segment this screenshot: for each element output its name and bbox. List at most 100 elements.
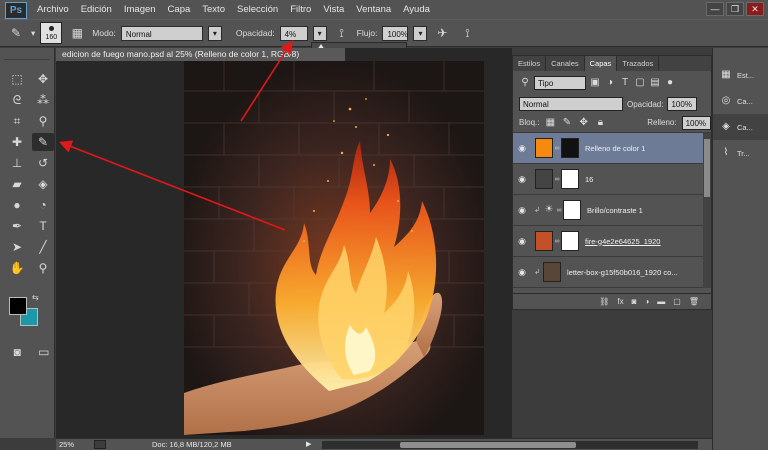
blend-mode-select[interactable]: Normal: [519, 97, 623, 111]
type-tool-icon[interactable]: T: [32, 217, 54, 235]
blur-tool-icon[interactable]: ●: [6, 196, 28, 214]
mask-link-icon[interactable]: ∞: [553, 176, 561, 183]
new-layer-icon[interactable]: ▢: [673, 297, 681, 306]
layer-mask-thumbnail[interactable]: [561, 169, 579, 189]
history-brush-tool-icon[interactable]: ↺: [32, 154, 54, 172]
dodge-tool-icon[interactable]: ◔: [32, 196, 54, 214]
marquee-tool-icon[interactable]: ⬚: [6, 70, 28, 88]
document-tab[interactable]: edicion de fuego mano.psd al 25% (Rellen…: [56, 48, 346, 61]
dock-layers[interactable]: ◈ Ca...: [713, 114, 768, 140]
preset-dropdown-arrow[interactable]: ▾: [31, 28, 35, 39]
brush-panel-toggle-icon[interactable]: ▦: [67, 24, 87, 42]
layer-name[interactable]: letter-box-g15f50b016_1920 co...: [567, 268, 678, 277]
layer-opacity-input[interactable]: 100%: [667, 97, 698, 111]
layer-mask-thumbnail[interactable]: [561, 231, 579, 251]
layer-row[interactable]: ◉ ↲ letter-box-g15f50b016_1920 co...: [513, 257, 711, 288]
zoom-tool-icon[interactable]: ⚲: [32, 259, 54, 277]
menu-ayuda[interactable]: Ayuda: [397, 0, 436, 19]
tab-estilos[interactable]: Estilos: [513, 56, 547, 71]
path-selection-tool-icon[interactable]: ➤: [6, 238, 28, 256]
opacity-input[interactable]: 4%: [279, 25, 308, 41]
menu-imagen[interactable]: Imagen: [118, 0, 162, 19]
lock-pixels-icon[interactable]: ✎: [561, 117, 573, 129]
swap-colors-icon[interactable]: ⇆: [32, 293, 39, 302]
dock-channels[interactable]: ◎ Ca...: [713, 88, 768, 114]
visibility-eye-icon[interactable]: ◉: [513, 174, 531, 185]
dock-styles[interactable]: ▦ Est...: [713, 62, 768, 88]
close-button[interactable]: ✕: [746, 2, 764, 16]
quick-selection-tool-icon[interactable]: ⁂: [32, 91, 54, 109]
layer-name[interactable]: 16: [585, 175, 593, 184]
mode-dropdown-arrow[interactable]: ▾: [207, 25, 222, 41]
mask-link-icon[interactable]: ∞: [553, 145, 561, 152]
tab-capas[interactable]: Capas: [584, 56, 618, 71]
menu-ventana[interactable]: Ventana: [350, 0, 397, 19]
layer-name[interactable]: fire-g4e2e64625_1920: [585, 237, 660, 246]
folder-icon[interactable]: ▬: [657, 297, 665, 306]
screen-mode-icon[interactable]: ▭: [34, 343, 55, 361]
status-menu-arrow-icon[interactable]: ▶: [306, 440, 311, 448]
canvas-image[interactable]: [184, 61, 484, 435]
pen-tool-icon[interactable]: ✒: [6, 217, 28, 235]
layer-name[interactable]: Brillo/contraste 1: [587, 206, 643, 215]
status-options-icon[interactable]: [94, 440, 106, 449]
horizontal-scroll-thumb[interactable]: [400, 442, 576, 448]
lasso-tool-icon[interactable]: ᘓ: [6, 91, 28, 109]
menu-filtro[interactable]: Filtro: [284, 0, 317, 19]
brush-tool-icon[interactable]: ✎: [32, 133, 54, 151]
mask-link-icon[interactable]: ∞: [555, 207, 563, 214]
clone-stamp-tool-icon[interactable]: ⊥: [6, 154, 28, 172]
tablet-pressure-size-icon[interactable]: ⟟: [457, 24, 477, 42]
flow-dropdown-arrow[interactable]: ▾: [413, 25, 428, 41]
brush-preset-icon[interactable]: ✎: [6, 24, 26, 42]
layer-mask-thumbnail[interactable]: [561, 138, 579, 158]
airbrush-icon[interactable]: ✈: [432, 24, 452, 42]
layer-name[interactable]: Relleno de color 1: [585, 144, 645, 153]
menu-archivo[interactable]: Archivo: [31, 0, 75, 19]
minimize-button[interactable]: —: [706, 2, 724, 16]
filter-type-icon[interactable]: T: [619, 77, 631, 89]
lock-transparent-icon[interactable]: ▦: [544, 117, 556, 129]
foreground-color-swatch[interactable]: [9, 297, 27, 315]
lock-all-icon[interactable]: 🔒︎: [595, 117, 607, 129]
trash-icon[interactable]: 🗑︎: [689, 297, 699, 306]
eyedropper-tool-icon[interactable]: ⚲: [32, 112, 54, 130]
visibility-eye-icon[interactable]: ◉: [513, 267, 531, 278]
filter-adjustment-icon[interactable]: ◑: [604, 77, 616, 89]
filter-toggle-icon[interactable]: ●: [664, 77, 676, 89]
layer-row[interactable]: ◉ ∞ Relleno de color 1: [513, 133, 711, 164]
layer-filter-select[interactable]: Tipo: [534, 76, 586, 90]
dock-paths[interactable]: ⌇ Tr...: [713, 140, 768, 166]
adjustment-layer-icon[interactable]: ◑: [644, 297, 649, 306]
fx-icon[interactable]: fx: [617, 297, 623, 306]
quick-mask-icon[interactable]: ◙: [7, 343, 28, 361]
crop-tool-icon[interactable]: ⌗: [6, 112, 28, 130]
tab-trazados[interactable]: Trazados: [617, 56, 660, 71]
mask-link-icon[interactable]: ∞: [553, 238, 561, 245]
layer-row[interactable]: ◉ ∞ 16: [513, 164, 711, 195]
link-layers-icon[interactable]: ⛓: [599, 297, 609, 306]
fill-input[interactable]: 100%: [681, 115, 711, 130]
filter-pixel-icon[interactable]: ▣: [589, 77, 601, 89]
healing-brush-tool-icon[interactable]: ✚: [6, 133, 28, 151]
mode-select[interactable]: Normal: [120, 25, 203, 41]
add-mask-icon[interactable]: ◙: [632, 297, 637, 306]
lock-position-icon[interactable]: ✥: [578, 117, 590, 129]
restore-button[interactable]: ❐: [726, 2, 744, 16]
zoom-level[interactable]: 25%: [59, 440, 74, 449]
tab-canales[interactable]: Canales: [546, 56, 585, 71]
layer-mask-thumbnail[interactable]: [563, 200, 581, 220]
hand-tool-icon[interactable]: ✋: [6, 259, 28, 277]
opacity-dropdown-arrow[interactable]: ▾: [312, 25, 327, 41]
toolbar-grip[interactable]: [4, 52, 50, 60]
visibility-eye-icon[interactable]: ◉: [513, 205, 531, 216]
layers-scroll-thumb[interactable]: [704, 139, 710, 197]
line-tool-icon[interactable]: ╱: [32, 238, 54, 256]
eraser-tool-icon[interactable]: ▰: [6, 175, 28, 193]
pressure-opacity-icon[interactable]: [227, 24, 231, 42]
menu-texto[interactable]: Texto: [196, 0, 231, 19]
layer-row[interactable]: ◉ ∞ fire-g4e2e64625_1920: [513, 226, 711, 257]
layer-row[interactable]: ◉ ↲ ☀ ∞ Brillo/contraste 1: [513, 195, 711, 226]
brush-size-picker[interactable]: 160: [40, 22, 63, 44]
paint-bucket-tool-icon[interactable]: ◈: [32, 175, 54, 193]
